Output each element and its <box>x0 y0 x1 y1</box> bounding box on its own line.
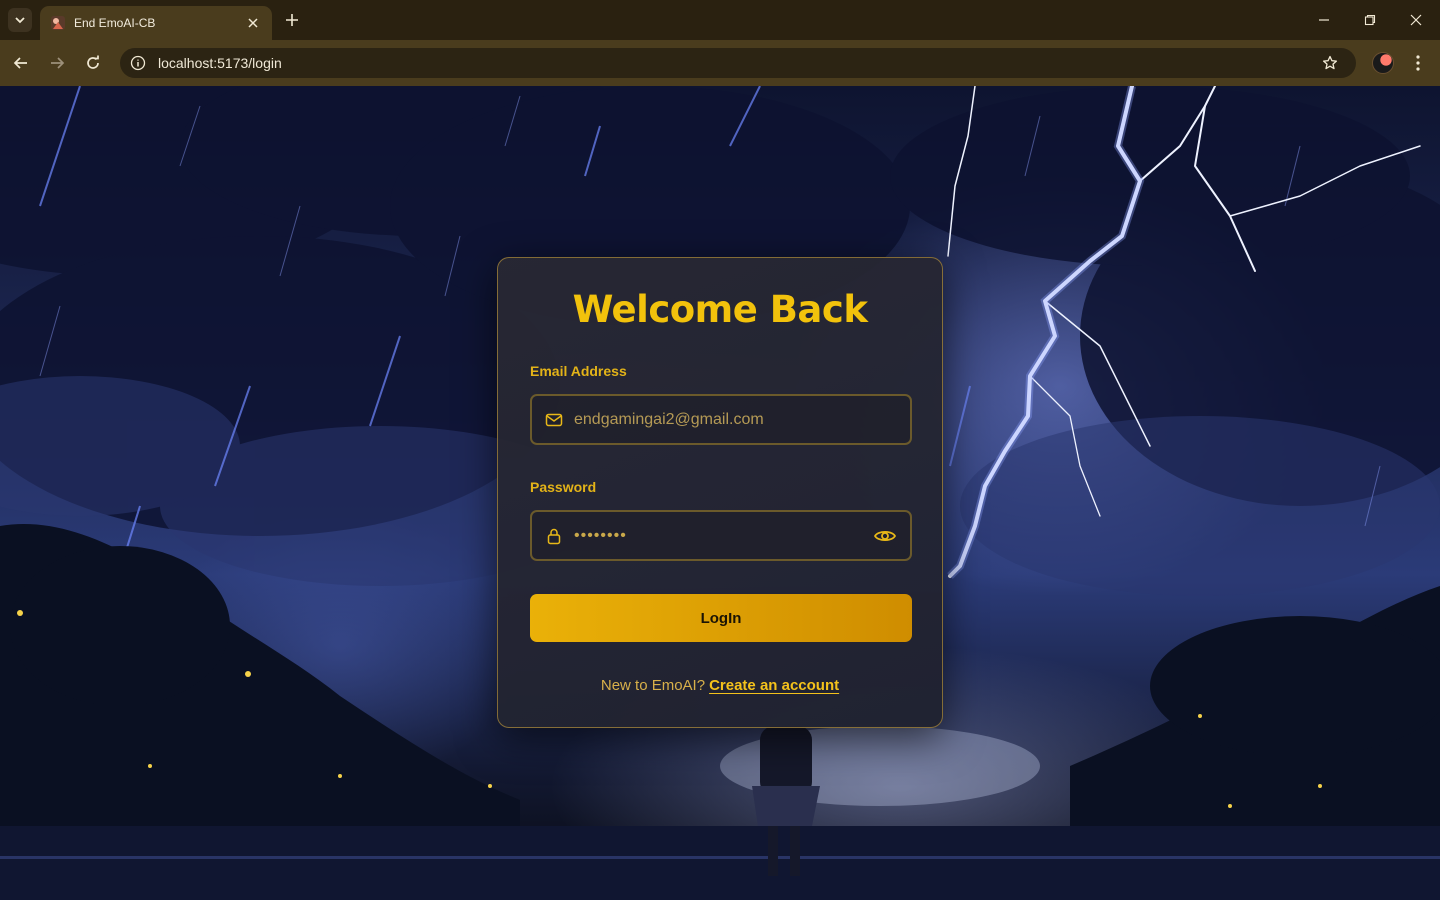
info-icon <box>130 55 146 71</box>
password-input-value[interactable]: •••••••• <box>574 527 872 545</box>
tab-search-button[interactable] <box>8 8 32 32</box>
forward-button[interactable] <box>46 52 68 74</box>
mail-icon <box>544 410 564 430</box>
plus-icon <box>286 14 298 26</box>
browser-tab-bar: End EmoAI-CB <box>0 0 1440 40</box>
close-window-button[interactable] <box>1406 10 1426 30</box>
login-button[interactable]: LogIn <box>530 594 912 642</box>
profile-avatar[interactable] <box>1372 52 1394 74</box>
email-label: Email Address <box>530 363 627 379</box>
signup-row: New to EmoAI? Create an account <box>498 677 942 694</box>
close-icon <box>1410 14 1422 26</box>
chevron-down-icon <box>15 17 25 24</box>
toggle-password-visibility-button[interactable] <box>872 523 898 549</box>
tab-close-button[interactable] <box>244 14 262 32</box>
create-account-link[interactable]: Create an account <box>709 677 839 694</box>
new-tab-button[interactable] <box>282 10 302 30</box>
site-info-button[interactable] <box>129 54 147 72</box>
minimize-icon <box>1319 19 1329 21</box>
restore-icon <box>1364 14 1376 26</box>
arrow-left-icon <box>13 57 27 69</box>
email-input-value[interactable]: endgamingai2@gmail.com <box>574 411 898 429</box>
login-card: Welcome Back Email Address endgamingai2@… <box>497 257 943 728</box>
page-title: Welcome Back <box>572 288 868 331</box>
back-button[interactable] <box>10 52 32 74</box>
eye-icon <box>873 530 897 541</box>
signup-prompt: New to EmoAI? <box>600 677 706 694</box>
minimize-button[interactable] <box>1314 10 1334 30</box>
lock-icon <box>544 526 564 546</box>
browser-tab-active[interactable]: End EmoAI-CB <box>40 6 272 40</box>
browser-toolbar: localhost:5173/login <box>0 40 1440 86</box>
app-favicon-icon <box>51 16 65 30</box>
password-label: Password <box>530 479 597 495</box>
password-field[interactable]: •••••••• <box>530 510 912 561</box>
email-field[interactable]: endgamingai2@gmail.com <box>530 394 912 445</box>
star-icon <box>1322 55 1338 70</box>
restore-button[interactable] <box>1360 10 1380 30</box>
kebab-menu-icon <box>1416 55 1420 71</box>
tab-title: End EmoAI-CB <box>74 16 156 30</box>
reload-icon <box>87 55 99 69</box>
browser-menu-button[interactable] <box>1408 52 1428 74</box>
url-text[interactable]: localhost:5173/login <box>158 55 1320 71</box>
close-icon <box>248 18 258 28</box>
arrow-right-icon <box>51 57 65 69</box>
address-bar[interactable]: localhost:5173/login <box>120 48 1356 78</box>
bookmark-button[interactable] <box>1320 53 1340 73</box>
reload-button[interactable] <box>82 52 104 74</box>
